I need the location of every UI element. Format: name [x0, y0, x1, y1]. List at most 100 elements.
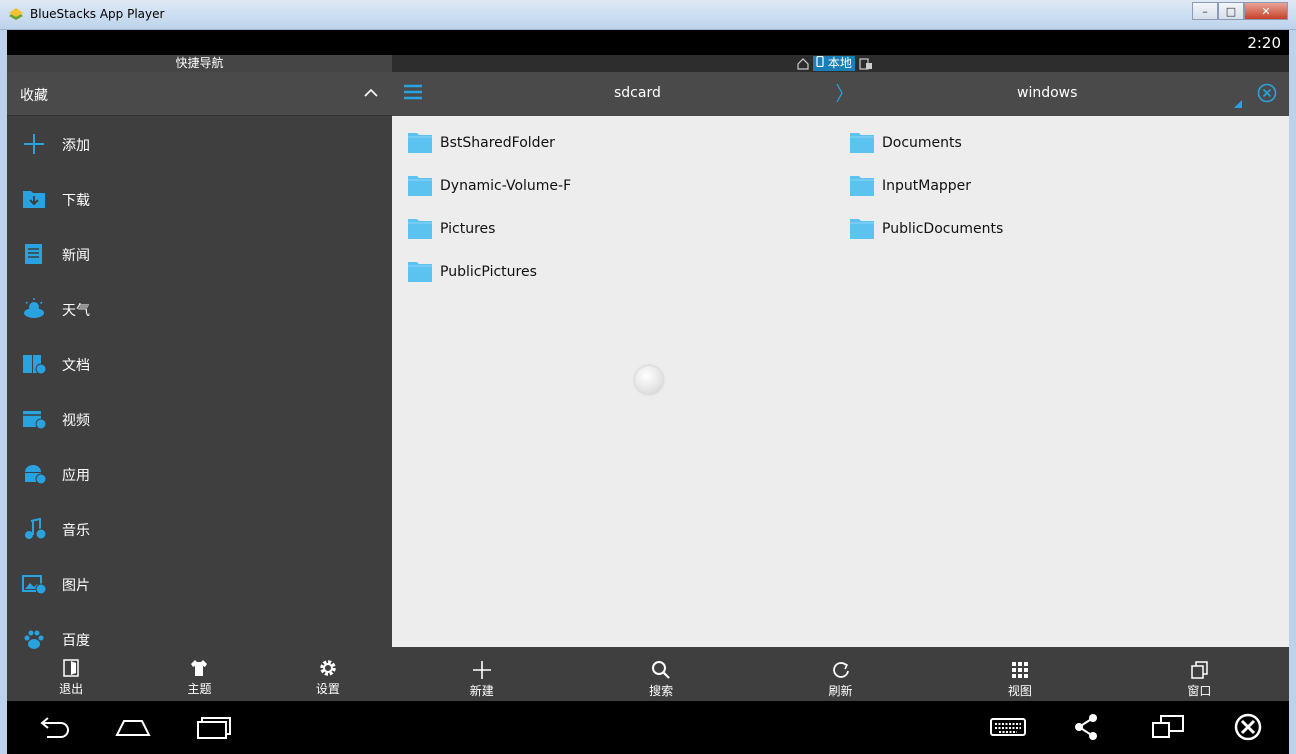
- grid-view-icon: [1011, 662, 1028, 678]
- home-icon[interactable]: [115, 713, 151, 741]
- nav-item-add[interactable]: 添加: [7, 116, 392, 171]
- refresh-button[interactable]: 刷新: [751, 647, 930, 701]
- favorites-header[interactable]: 收藏: [7, 72, 392, 116]
- bluestacks-logo-icon: [9, 8, 23, 20]
- close-window-button[interactable]: ✕: [1244, 2, 1288, 20]
- clock: 2:20: [1247, 34, 1281, 52]
- window-frame-left: [0, 30, 7, 754]
- home-icon[interactable]: [797, 57, 809, 70]
- folder-icon: [408, 262, 432, 282]
- folder-item[interactable]: PublicDocuments: [850, 216, 1292, 242]
- quick-nav-header: 快捷导航: [7, 55, 392, 72]
- close-circle-icon[interactable]: [1257, 83, 1277, 103]
- nav-item-pictures[interactable]: 图片: [7, 556, 392, 611]
- windows-icon: [1191, 661, 1209, 679]
- path-segment-windows[interactable]: windows: [1017, 85, 1077, 101]
- file-toolbar: 新建 搜索 刷新 视图 窗口: [392, 647, 1289, 701]
- keyboard-icon[interactable]: [990, 713, 1026, 741]
- nav-item-news[interactable]: 新闻: [7, 226, 392, 281]
- gear-icon: [320, 660, 336, 676]
- favorites-label: 收藏: [20, 88, 48, 104]
- exit-icon: [63, 659, 79, 677]
- nav-item-label: 下载: [62, 193, 90, 209]
- folder-item[interactable]: InputMapper: [850, 173, 1292, 199]
- path-separator-icon: [836, 83, 843, 103]
- tab-local-label: 本地: [827, 56, 852, 70]
- search-icon: [652, 661, 670, 679]
- theme-label: 主题: [187, 682, 212, 696]
- folder-icon: [850, 176, 874, 196]
- baidu-paw-icon: [24, 630, 44, 649]
- new-button[interactable]: 新建: [392, 647, 571, 701]
- picture-icon: [22, 575, 47, 595]
- chevron-up-icon[interactable]: [364, 86, 378, 100]
- close-app-icon[interactable]: [1230, 713, 1266, 741]
- folder-name: InputMapper: [882, 178, 972, 194]
- nav-item-download[interactable]: 下载: [7, 171, 392, 226]
- status-bar: 2:20: [7, 30, 1289, 55]
- refresh-icon: [832, 662, 849, 678]
- nav-item-label: 应用: [62, 468, 90, 484]
- refresh-label: 刷新: [828, 684, 853, 698]
- dropdown-corner-icon[interactable]: [1234, 100, 1242, 108]
- back-icon[interactable]: [35, 713, 71, 741]
- folder-item[interactable]: PublicPictures: [408, 259, 850, 285]
- folder-name: Dynamic-Volume-F: [440, 178, 572, 194]
- folder-item[interactable]: BstSharedFolder: [408, 130, 850, 156]
- network-icon[interactable]: [859, 57, 873, 70]
- folder-item[interactable]: Dynamic-Volume-F: [408, 173, 850, 199]
- folder-name: PublicDocuments: [882, 221, 1004, 237]
- folder-name: Documents: [882, 135, 962, 151]
- view-button[interactable]: 视图: [930, 647, 1109, 701]
- path-segment-sdcard[interactable]: sdcard: [614, 85, 661, 101]
- plus-icon: [24, 134, 44, 154]
- theme-button[interactable]: 主题: [135, 653, 263, 701]
- share-icon[interactable]: [1069, 713, 1105, 741]
- exit-button[interactable]: 退出: [7, 653, 135, 701]
- nav-item-label: 新闻: [62, 248, 90, 264]
- nav-item-music[interactable]: 音乐: [7, 501, 392, 556]
- settings-button[interactable]: 设置: [264, 653, 392, 701]
- folder-name: BstSharedFolder: [440, 135, 555, 151]
- window-title: BlueStacks App Player: [30, 7, 165, 21]
- recent-apps-icon[interactable]: [196, 713, 232, 741]
- nav-item-label: 文档: [62, 358, 90, 374]
- windows-button[interactable]: 窗口: [1110, 647, 1289, 701]
- nav-item-label: 音乐: [62, 523, 90, 539]
- document-icon: [23, 355, 47, 375]
- exit-label: 退出: [59, 682, 84, 696]
- loading-spinner: [635, 366, 663, 394]
- video-icon: [23, 411, 47, 430]
- nav-item-documents[interactable]: 文档: [7, 336, 392, 391]
- nav-item-video[interactable]: 视频: [7, 391, 392, 446]
- maximize-button[interactable]: □: [1218, 2, 1244, 20]
- download-folder-icon: [23, 191, 45, 208]
- nav-item-apps[interactable]: 应用: [7, 446, 392, 501]
- folder-icon: [408, 219, 432, 239]
- shirt-icon: [191, 660, 208, 676]
- search-label: 搜索: [649, 684, 674, 698]
- nav-item-label: 图片: [62, 578, 90, 594]
- nav-item-label: 视频: [62, 413, 90, 429]
- settings-label: 设置: [315, 682, 340, 696]
- phone-icon: [816, 55, 824, 68]
- android-nav-bar: [7, 701, 1289, 754]
- nav-item-weather[interactable]: 天气: [7, 281, 392, 336]
- folder-grid: BstSharedFolder Documents Dynamic-Volume-F…: [408, 130, 1288, 285]
- music-icon: [25, 517, 47, 540]
- window-resize-icon[interactable]: [1151, 713, 1187, 741]
- folder-icon: [850, 133, 874, 153]
- plus-icon: [472, 661, 491, 679]
- folder-item[interactable]: Pictures: [408, 216, 850, 242]
- minimize-button[interactable]: –: [1192, 2, 1218, 20]
- search-button[interactable]: 搜索: [571, 647, 750, 701]
- folder-icon: [408, 176, 432, 196]
- path-bar: sdcard windows: [392, 72, 1289, 116]
- folder-item[interactable]: Documents: [850, 130, 1292, 156]
- hamburger-menu-icon[interactable]: [404, 84, 422, 100]
- windows-label: 窗口: [1187, 684, 1212, 698]
- android-app-icon: [25, 465, 47, 485]
- window-title-bar[interactable]: BlueStacks App Player – □ ✕: [0, 0, 1296, 30]
- view-label: 视图: [1007, 684, 1032, 698]
- tab-local[interactable]: 本地: [813, 55, 855, 71]
